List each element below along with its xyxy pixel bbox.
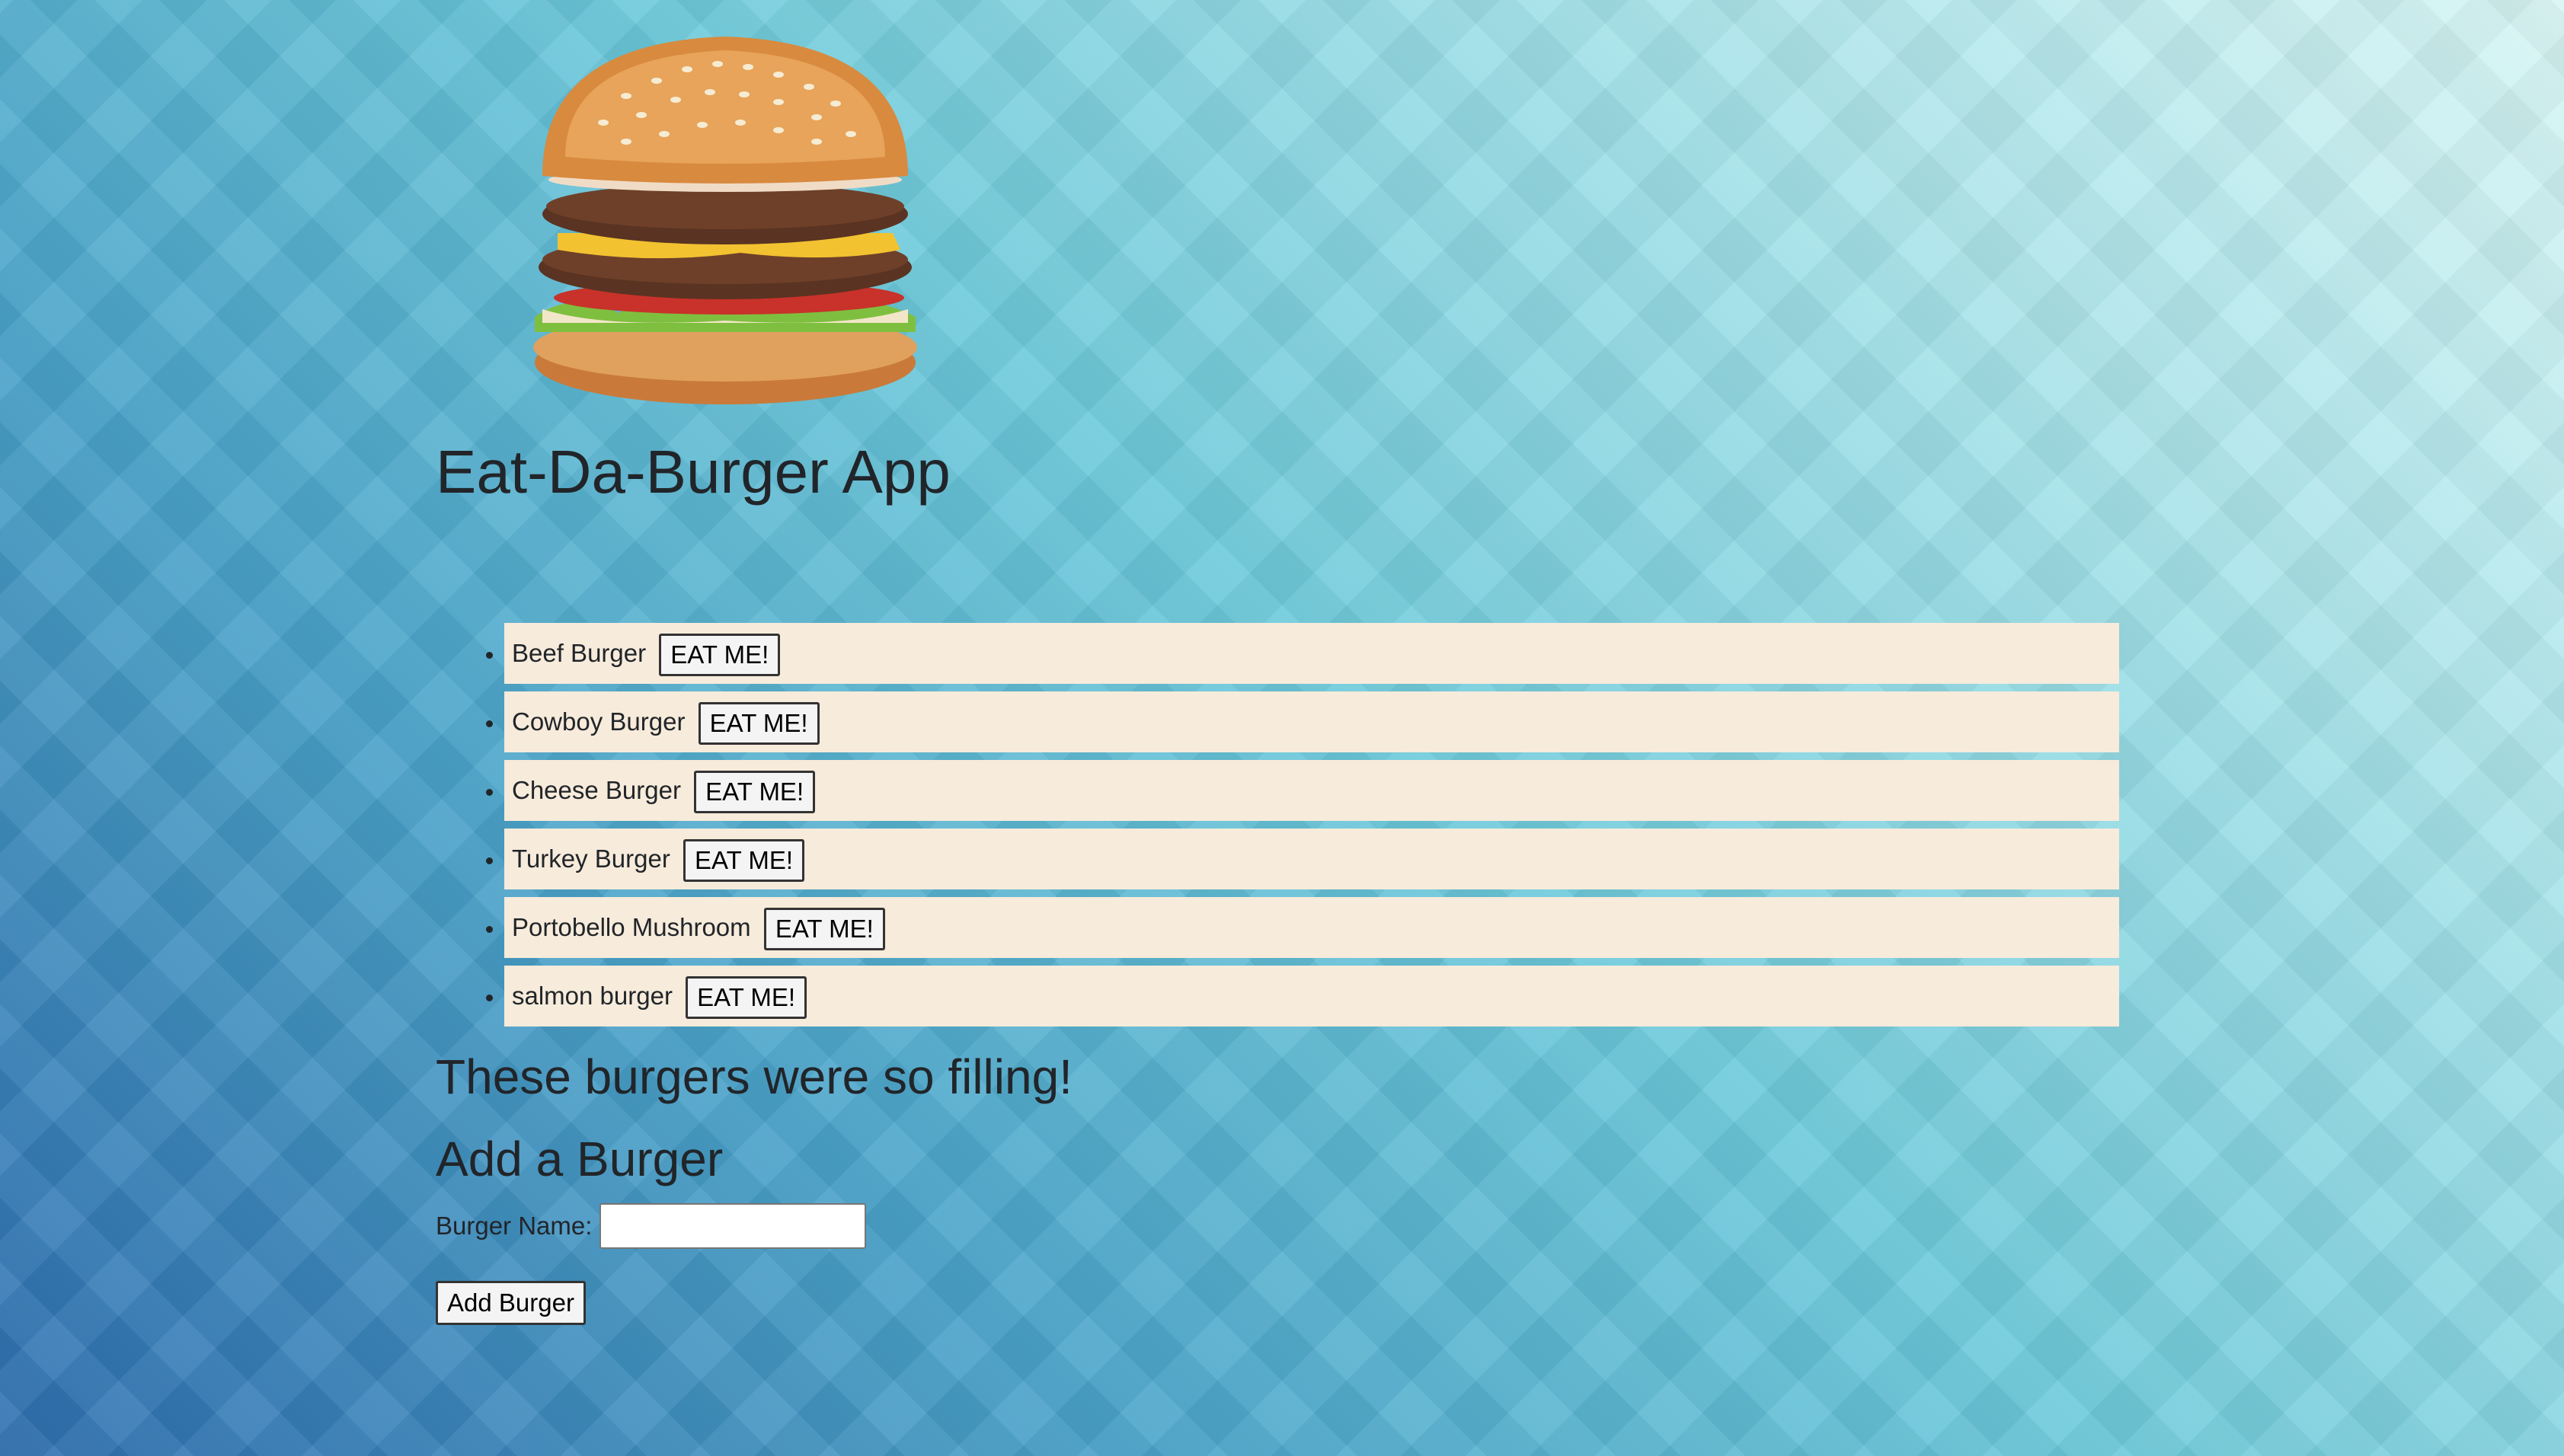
eat-me-button[interactable]: EAT ME! — [659, 634, 781, 677]
burger-name-input[interactable] — [599, 1203, 867, 1249]
list-item: Turkey Burger EAT ME! — [504, 829, 2119, 889]
app-page: { "header": { "logo_icon": "hamburger-im… — [0, 0, 2564, 1456]
eat-me-button[interactable]: EAT ME! — [683, 839, 805, 883]
eat-me-button[interactable]: EAT ME! — [698, 702, 820, 746]
add-burger-button[interactable]: Add Burger — [436, 1281, 586, 1325]
list-item: Portobello Mushroom EAT ME! — [504, 897, 2119, 958]
hamburger-image — [533, 37, 917, 404]
burger-name-label: Burger Name: — [436, 1212, 593, 1240]
list-item: Cheese Burger EAT ME! — [504, 760, 2119, 821]
eat-me-button[interactable]: EAT ME! — [694, 771, 816, 814]
burger-name: salmon burger — [512, 982, 673, 1010]
page-title: Eat-Da-Burger App — [436, 438, 951, 506]
burger-name: Beef Burger — [512, 639, 647, 667]
burger-list: Beef Burger EAT ME! Cowboy Burger EAT ME… — [436, 623, 2119, 1034]
burger-name: Cheese Burger — [512, 776, 681, 804]
list-item: Beef Burger EAT ME! — [504, 623, 2119, 684]
eat-me-button[interactable]: EAT ME! — [686, 976, 807, 1020]
burger-name: Portobello Mushroom — [512, 913, 751, 941]
burger-name: Cowboy Burger — [512, 707, 686, 736]
burger-name: Turkey Burger — [512, 845, 670, 873]
devoured-heading: These burgers were so filling! — [436, 1049, 1073, 1104]
burger-name-field-row: Burger Name: — [436, 1203, 867, 1249]
list-item: Cowboy Burger EAT ME! — [504, 691, 2119, 752]
add-burger-heading: Add a Burger — [436, 1132, 724, 1186]
list-item: salmon burger EAT ME! — [504, 966, 2119, 1027]
eat-me-button[interactable]: EAT ME! — [763, 908, 885, 951]
